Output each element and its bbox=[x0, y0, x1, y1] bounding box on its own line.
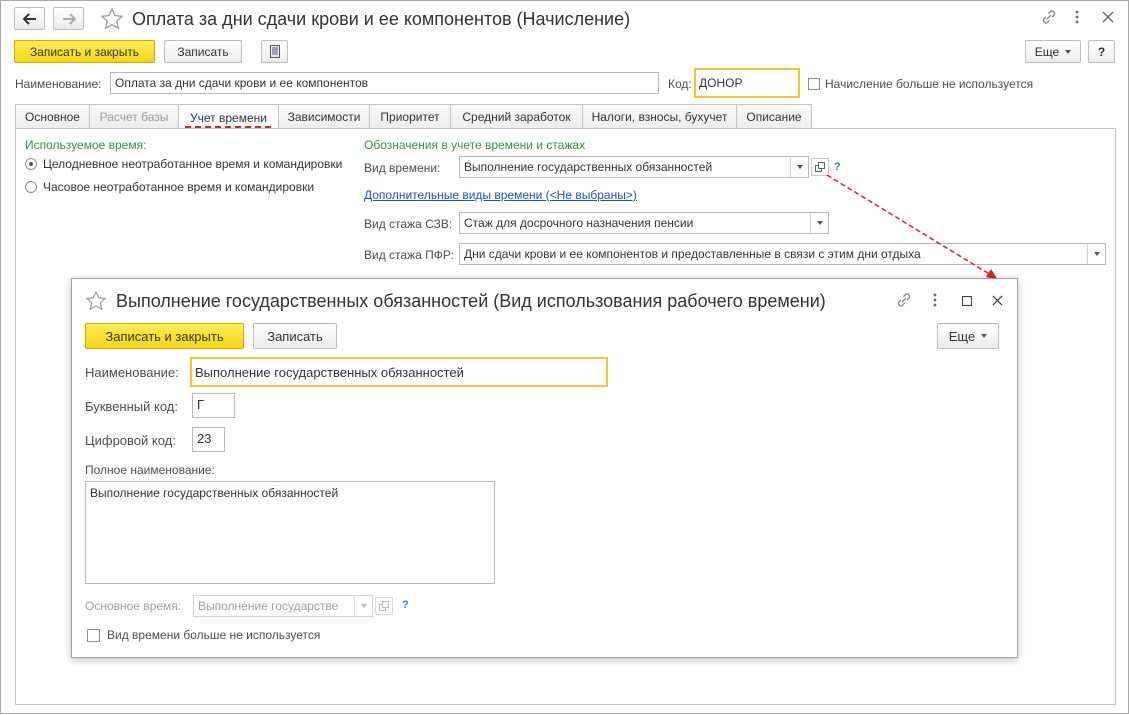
dialog-name-label: Наименование: bbox=[85, 365, 179, 380]
main-window: Оплата за дни сдачи крови и ее компонент… bbox=[0, 0, 1129, 714]
main-time-dropdown bbox=[354, 596, 372, 616]
chevron-down-icon bbox=[360, 604, 367, 608]
link-icon[interactable] bbox=[896, 292, 912, 311]
chevron-down-icon bbox=[981, 334, 988, 338]
favorite-star-icon[interactable] bbox=[85, 290, 107, 313]
help-icon[interactable]: ? bbox=[402, 599, 409, 611]
main-time-field: Выполнение государстве bbox=[193, 595, 373, 617]
main-time-value: Выполнение государстве bbox=[198, 599, 339, 613]
dialog-not-used-checkbox[interactable] bbox=[87, 629, 100, 642]
dialog-title: Выполнение государственных обязанностей … bbox=[116, 291, 826, 311]
time-type-dialog: Выполнение государственных обязанностей … bbox=[71, 278, 1018, 658]
letter-code-label: Буквенный код: bbox=[85, 399, 178, 414]
dialog-more-button[interactable]: Еще bbox=[937, 323, 999, 349]
close-icon[interactable] bbox=[992, 295, 1003, 309]
open-icon bbox=[379, 601, 389, 611]
maximize-icon[interactable] bbox=[961, 295, 973, 309]
dialog-name-field[interactable]: Выполнение государственных обязанностей bbox=[190, 357, 608, 387]
full-name-label: Полное наименование: bbox=[85, 463, 215, 477]
dialog-save-button[interactable]: Записать bbox=[253, 323, 337, 349]
dialog-save-close-button[interactable]: Записать и закрыть bbox=[85, 323, 244, 349]
main-time-label: Основное время: bbox=[85, 599, 182, 613]
digit-code-field[interactable]: 23 bbox=[192, 427, 225, 452]
dialog-not-used-label: Вид времени больше не используется bbox=[107, 628, 321, 642]
more-vertical-icon[interactable] bbox=[932, 292, 938, 311]
dialog-more-label: Еще bbox=[948, 328, 976, 344]
digit-code-label: Цифровой код: bbox=[85, 433, 176, 448]
main-time-open-button bbox=[375, 597, 393, 615]
full-name-textarea[interactable]: Выполнение государственных обязанностей bbox=[85, 481, 495, 584]
letter-code-field[interactable]: Г bbox=[192, 393, 235, 418]
